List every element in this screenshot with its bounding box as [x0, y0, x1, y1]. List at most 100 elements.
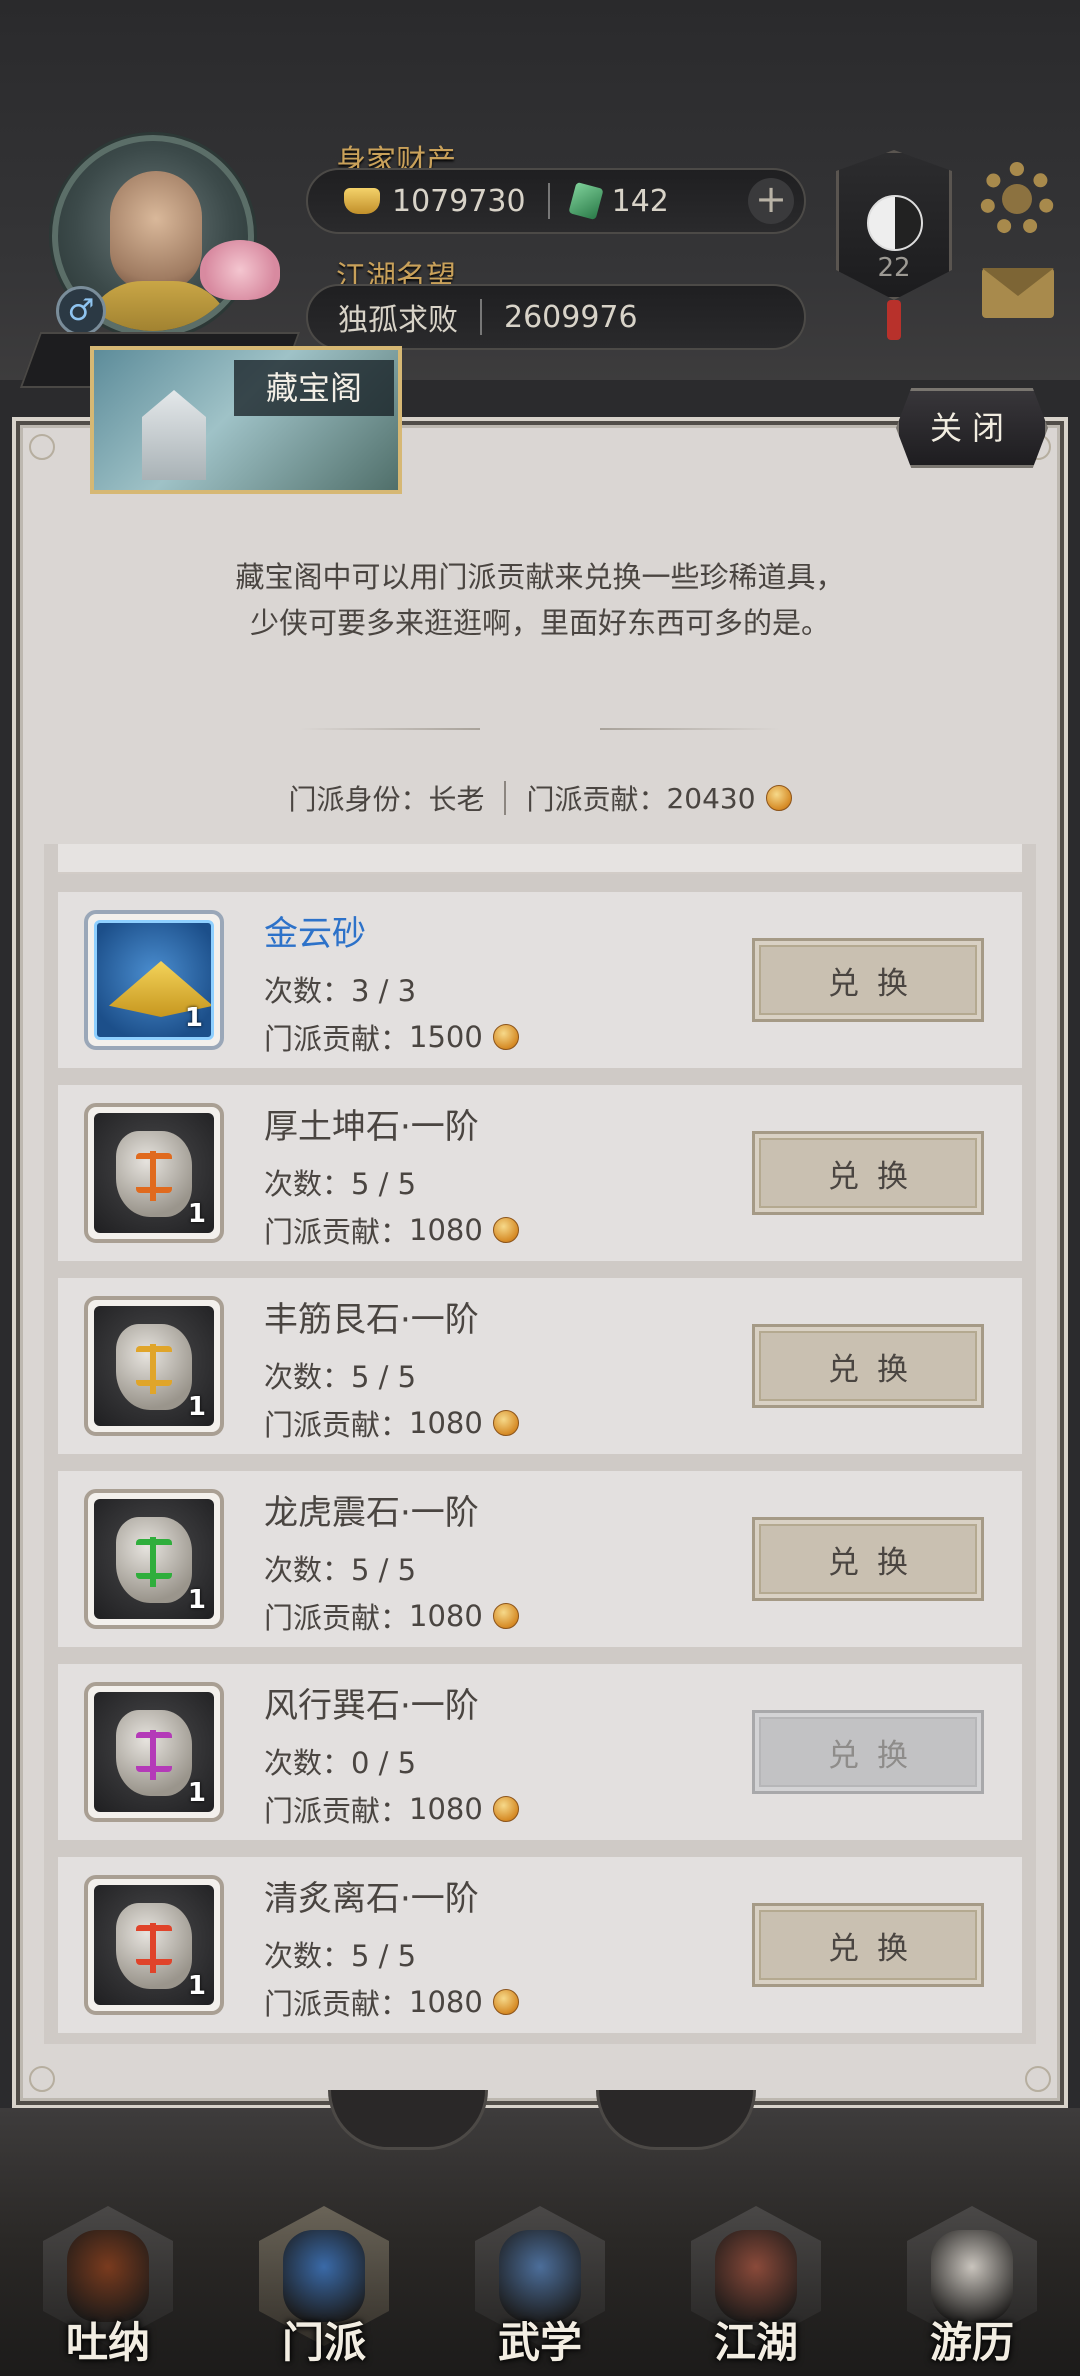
level-badge[interactable]: 22: [836, 150, 952, 300]
gold-ingot-icon: [344, 188, 380, 214]
item-quantity: 1: [184, 1003, 203, 1033]
divider: [504, 781, 507, 815]
divider: [547, 183, 550, 219]
count-value: 5 / 5: [351, 1939, 417, 1973]
thunder-stone-icon[interactable]: 1: [84, 1489, 224, 1629]
item-count: 次数：5 / 5: [264, 1161, 416, 1203]
exchange-item-list[interactable]: 1 金云砂 次数：3 / 3 门派贡献： 1500 兑换 1 厚土坤石·一阶 次数…: [44, 844, 1036, 2044]
item-cost: 门派贡献： 1080: [264, 1595, 519, 1637]
exchange-button[interactable]: 兑换: [752, 1710, 984, 1794]
fire-stone-icon[interactable]: 1: [84, 1875, 224, 2015]
intro-text: 藏宝阁中可以用门派贡献来兑换一些珍稀道具， 少侠可要多来逛逛啊，里面好东西可多的…: [60, 554, 1020, 646]
exchange-button[interactable]: 兑换: [752, 1517, 984, 1601]
item-icon-frame: 1: [94, 1692, 214, 1812]
item-icon-frame: 1: [94, 1499, 214, 1619]
ornament-divider-left: [300, 728, 480, 730]
stone-rune: [136, 1537, 172, 1587]
nav-item-sect[interactable]: 门派: [249, 2200, 399, 2372]
count-value: 5 / 5: [351, 1167, 417, 1201]
contribution-coin-icon: [492, 1217, 519, 1243]
count-label: 次数：: [264, 1360, 352, 1394]
stone-shape: [116, 1710, 192, 1796]
add-currency-button[interactable]: +: [748, 178, 794, 224]
item-name: 金云砂: [264, 914, 366, 954]
mail-icon[interactable]: [982, 268, 1054, 318]
gender-icon: ♂: [56, 286, 106, 336]
list-item: 1 清炙离石·一阶 次数：5 / 5 门派贡献： 1080 兑换: [58, 1857, 1022, 2033]
item-quantity: 1: [187, 1971, 206, 2001]
item-name: 清炙离石·一阶: [264, 1879, 479, 1919]
modal-title-card: 藏宝阁: [90, 346, 402, 494]
item-name: 厚土坤石·一阶: [264, 1107, 479, 1147]
earth-stone-icon[interactable]: 1: [84, 1103, 224, 1243]
item-icon-frame: 1: [94, 1306, 214, 1426]
item-cost: 门派贡献： 1080: [264, 1209, 519, 1251]
cost-value: 1080: [409, 1213, 483, 1247]
stone-rune: [136, 1344, 172, 1394]
intro-line-1: 藏宝阁中可以用门派贡献来兑换一些珍稀道具，: [235, 560, 845, 594]
exchange-button[interactable]: 兑换: [752, 1131, 984, 1215]
lotus-ornament: [200, 240, 280, 300]
exchange-button[interactable]: 兑换: [752, 938, 984, 1022]
stone-rune: [136, 1151, 172, 1201]
tassel-ornament: [887, 300, 901, 340]
mountain-stone-icon[interactable]: 1: [84, 1296, 224, 1436]
sect-info-bar: 门派身份： 长老 门派贡献： 20430: [0, 778, 1080, 818]
nav-label: 门派: [281, 2318, 366, 2367]
item-icon-frame: 1: [94, 920, 214, 1040]
nav-label: 武学: [497, 2318, 582, 2367]
cost-value: 1080: [409, 1599, 483, 1633]
settings-gear-icon[interactable]: [980, 162, 1054, 236]
cost-value: 1080: [409, 1406, 483, 1440]
list-item: 1 丰筋艮石·一阶 次数：5 / 5 门派贡献： 1080 兑换: [58, 1278, 1022, 1454]
corner-ornament: [1025, 2066, 1051, 2092]
item-quantity: 1: [187, 1199, 206, 1229]
corner-ornament: [29, 2066, 55, 2092]
contribution-label: 门派贡献：: [526, 783, 667, 816]
stone-shape: [116, 1517, 192, 1603]
item-cost: 门派贡献： 1080: [264, 1981, 519, 2023]
nav-item-straw-hat[interactable]: 江湖: [681, 2200, 831, 2372]
item-quantity: 1: [187, 1585, 206, 1615]
intro-line-2: 少侠可要多来逛逛啊，里面好东西可多的是。: [249, 606, 830, 640]
list-item-partial: [58, 844, 1022, 874]
golden-sand-icon[interactable]: 1: [84, 910, 224, 1050]
jade-icon: [567, 181, 604, 221]
exchange-button[interactable]: 兑换: [752, 1903, 984, 1987]
nav-item-meditation[interactable]: 吐纳: [33, 2200, 183, 2372]
cost-label: 门派贡献：: [264, 1987, 410, 2021]
item-quantity: 1: [187, 1392, 206, 1422]
cost-label: 门派贡献：: [264, 1022, 410, 1056]
nav-item-horse[interactable]: 游历: [897, 2200, 1047, 2372]
divider: [480, 299, 482, 335]
count-label: 次数：: [264, 1167, 352, 1201]
nav-item-martial-book[interactable]: 武学: [465, 2200, 615, 2372]
item-name: 龙虎震石·一阶: [264, 1493, 479, 1533]
cost-value: 1500: [409, 1020, 483, 1054]
item-count: 次数：0 / 5: [264, 1740, 416, 1782]
fame-title: 独孤求败: [338, 303, 458, 338]
contribution-coin-icon: [765, 785, 792, 811]
count-label: 次数：: [264, 1746, 352, 1780]
wind-stone-icon[interactable]: 1: [84, 1682, 224, 1822]
stone-shape: [116, 1131, 192, 1217]
list-item: 1 厚土坤石·一阶 次数：5 / 5 门派贡献： 1080 兑换: [58, 1085, 1022, 1261]
stone-rune: [136, 1923, 172, 1973]
item-icon-frame: 1: [94, 1885, 214, 2005]
stone-rune: [136, 1730, 172, 1780]
item-count: 次数：5 / 5: [264, 1547, 416, 1589]
corner-ornament: [29, 434, 55, 460]
contribution-coin-icon: [492, 1603, 519, 1629]
item-name: 风行巽石·一阶: [264, 1686, 479, 1726]
exchange-button[interactable]: 兑换: [752, 1324, 984, 1408]
jade-amount: 142: [611, 183, 669, 219]
item-icon-frame: 1: [94, 1113, 214, 1233]
contribution-coin-icon: [492, 1796, 519, 1822]
count-label: 次数：: [264, 974, 352, 1008]
item-count: 次数：5 / 5: [264, 1933, 416, 1975]
close-button[interactable]: 关闭: [896, 388, 1048, 468]
stone-shape: [116, 1903, 192, 1989]
count-label: 次数：: [264, 1939, 352, 1973]
fame-bar: 独孤求败 2609976: [306, 284, 806, 350]
count-value: 5 / 5: [351, 1553, 417, 1587]
